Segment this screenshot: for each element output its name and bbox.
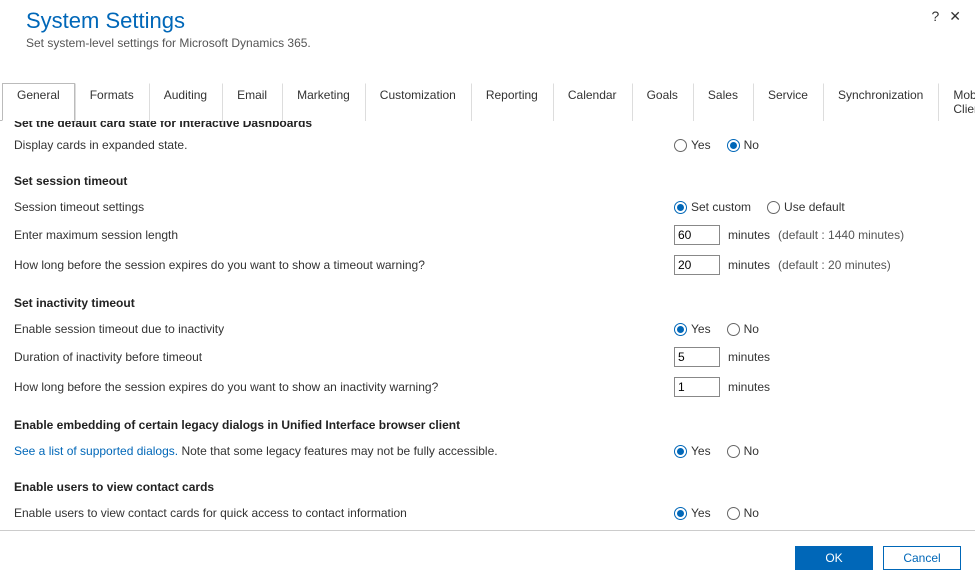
unit-minutes: minutes (728, 380, 770, 394)
unit-minutes: minutes (728, 228, 770, 242)
timeout-warning-hint: (default : 20 minutes) (778, 258, 891, 272)
radio-no[interactable]: No (727, 322, 759, 336)
tab-auditing[interactable]: Auditing (149, 83, 222, 121)
tab-general[interactable]: General (2, 83, 75, 121)
tab-mobile-client[interactable]: Mobile Client (938, 83, 975, 121)
ok-button[interactable]: OK (795, 546, 873, 570)
contact-cards-radio-group[interactable]: Yes No (674, 506, 767, 520)
help-icon[interactable]: ? (931, 8, 939, 25)
page-title: System Settings (26, 8, 955, 34)
cancel-button[interactable]: Cancel (883, 546, 961, 570)
dialog-header: System Settings Set system-level setting… (0, 0, 975, 54)
radio-yes[interactable]: Yes (674, 322, 711, 336)
inactivity-warning-label: How long before the session expires do y… (14, 380, 674, 394)
section-heading-dashboards: Set the default card state for Interacti… (14, 121, 961, 132)
display-cards-radio-group[interactable]: Yes No (674, 138, 767, 152)
close-icon[interactable]: ✕ (949, 8, 961, 25)
unit-minutes: minutes (728, 350, 770, 364)
legacy-dialogs-note: Note that some legacy features may not b… (178, 444, 498, 458)
tab-email[interactable]: Email (222, 83, 282, 121)
tab-sales[interactable]: Sales (693, 83, 753, 121)
inactivity-duration-input[interactable] (674, 347, 720, 367)
dialog-footer: OK Cancel (0, 536, 975, 584)
radio-yes[interactable]: Yes (674, 506, 711, 520)
settings-content: Set the default card state for Interacti… (0, 121, 975, 531)
tab-calendar[interactable]: Calendar (553, 83, 632, 121)
tab-goals[interactable]: Goals (632, 83, 693, 121)
inactivity-duration-label: Duration of inactivity before timeout (14, 350, 674, 364)
radio-use-default[interactable]: Use default (767, 200, 845, 214)
max-session-length-label: Enter maximum session length (14, 228, 674, 242)
contact-cards-label: Enable users to view contact cards for q… (14, 506, 674, 520)
max-session-length-hint: (default : 1440 minutes) (778, 228, 904, 242)
legacy-dialogs-radio-group[interactable]: Yes No (674, 444, 767, 458)
radio-set-custom[interactable]: Set custom (674, 200, 751, 214)
tab-service[interactable]: Service (753, 83, 823, 121)
tab-synchronization[interactable]: Synchronization (823, 83, 938, 121)
section-heading-legacy-dialogs: Enable embedding of certain legacy dialo… (14, 418, 961, 432)
radio-yes[interactable]: Yes (674, 444, 711, 458)
inactivity-warning-input[interactable] (674, 377, 720, 397)
timeout-warning-input[interactable] (674, 255, 720, 275)
display-cards-label: Display cards in expanded state. (14, 138, 674, 152)
section-heading-inactivity: Set inactivity timeout (14, 296, 961, 310)
section-heading-session-timeout: Set session timeout (14, 174, 961, 188)
tab-reporting[interactable]: Reporting (471, 83, 553, 121)
timeout-warning-label: How long before the session expires do y… (14, 258, 674, 272)
unit-minutes: minutes (728, 258, 770, 272)
tab-strip: GeneralFormatsAuditingEmailMarketingCust… (0, 82, 975, 121)
tab-customization[interactable]: Customization (365, 83, 471, 121)
radio-no[interactable]: No (727, 138, 759, 152)
radio-yes[interactable]: Yes (674, 138, 711, 152)
radio-no[interactable]: No (727, 506, 759, 520)
session-settings-label: Session timeout settings (14, 200, 674, 214)
radio-no[interactable]: No (727, 444, 759, 458)
page-subtitle: Set system-level settings for Microsoft … (26, 36, 955, 50)
inactivity-enable-radio-group[interactable]: Yes No (674, 322, 767, 336)
session-settings-radio-group[interactable]: Set custom Use default (674, 200, 853, 214)
max-session-length-input[interactable] (674, 225, 720, 245)
inactivity-enable-label: Enable session timeout due to inactivity (14, 322, 674, 336)
tab-formats[interactable]: Formats (75, 83, 149, 121)
section-heading-contact-cards: Enable users to view contact cards (14, 480, 961, 494)
tab-marketing[interactable]: Marketing (282, 83, 365, 121)
supported-dialogs-link[interactable]: See a list of supported dialogs. (14, 444, 178, 458)
